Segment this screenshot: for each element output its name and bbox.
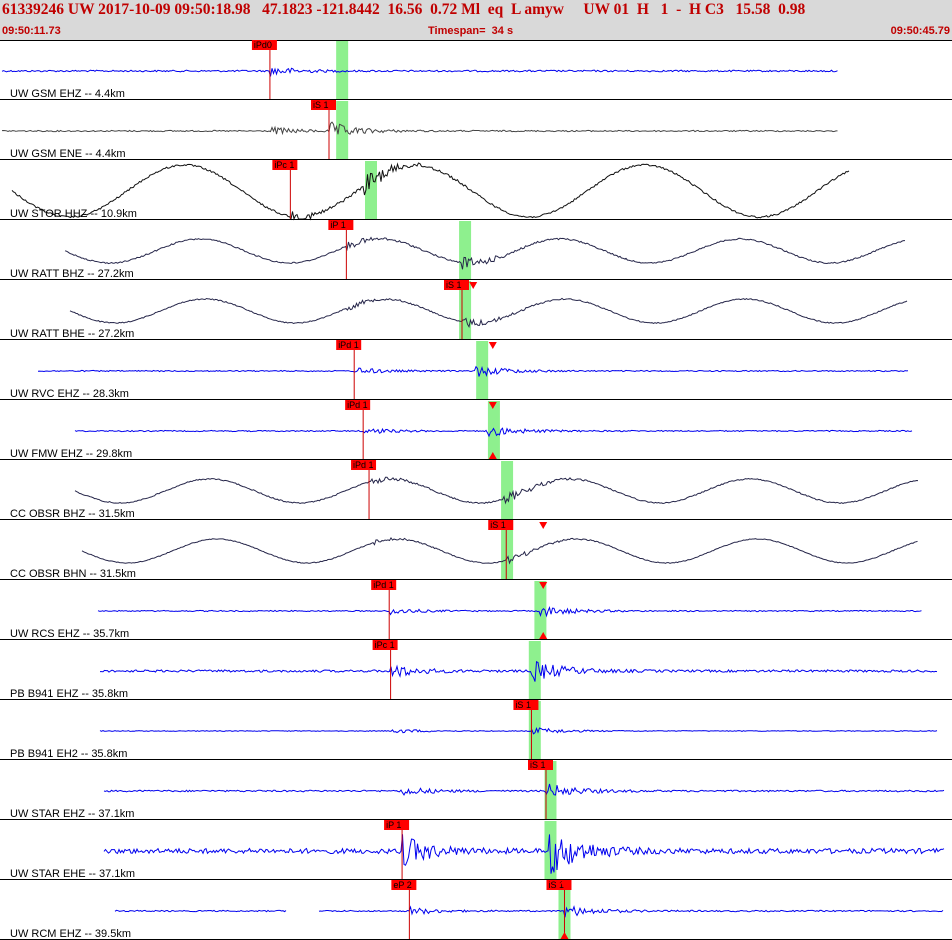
pick-label: iP 1: [386, 820, 401, 830]
pick-label: iS 1: [446, 280, 462, 290]
channel-label: UW STAR EHE -- 37.1km: [10, 868, 135, 880]
window-band: [487, 401, 500, 460]
channel-label: CC OBSR BHN -- 31.5km: [10, 568, 136, 580]
pick-label: iS 1: [548, 880, 564, 890]
trace-panel: iS 1 UW GSM ENE -- 4.4km: [0, 100, 952, 160]
trace-panel: iS 1 UW RATT BHE -- 27.2km: [0, 280, 952, 340]
channel-label: UW RCS EHZ -- 35.7km: [10, 628, 129, 640]
trace-panel: iPd 1 UW RVC EHZ -- 28.3km: [0, 340, 952, 400]
timespan-label: Timespan= 34 s: [428, 25, 514, 37]
pick-label: iS 1: [515, 700, 531, 710]
waveform: [37, 365, 909, 378]
window-band: [501, 461, 514, 520]
channel-label: UW STOR HHZ -- 10.9km: [10, 208, 137, 220]
event-header: 61339246 UW 2017-10-09 09:50:18.98 47.18…: [0, 0, 952, 41]
trace-panel: iP 1 UW RATT BHZ -- 27.2km: [0, 220, 952, 280]
end-time-label: 09:50:45.79: [890, 25, 950, 37]
waveform: [97, 605, 922, 618]
channel-label: UW RVC EHZ -- 28.3km: [10, 388, 129, 400]
trace-panel: iS 1 CC OBSR BHN -- 31.5km: [0, 520, 952, 580]
waveform: [99, 726, 938, 735]
pick-label: iPd 1: [347, 400, 368, 410]
waveform: [11, 162, 850, 221]
pick-label: iPd 1: [373, 580, 394, 590]
trace-panel: iPc 1 PB B941 EHZ -- 35.8km: [0, 640, 952, 700]
event-summary-line: 61339246 UW 2017-10-09 09:50:18.98 47.18…: [2, 1, 806, 18]
waveform: [74, 476, 919, 505]
channel-label: UW RATT BHZ -- 27.2km: [10, 268, 134, 280]
trace-panel: iS 1 PB B941 EH2 -- 35.8km: [0, 700, 952, 760]
trace-panel: iPd 1 UW FMW EHZ -- 29.8km: [0, 400, 952, 460]
start-time-label: 09:50:11.73: [2, 25, 61, 37]
trace-panel: iPd 1 CC OBSR BHZ -- 31.5km: [0, 460, 952, 520]
channel-label: UW GSM EHZ -- 4.4km: [10, 88, 125, 100]
waveform: [1, 121, 838, 136]
arrival-marker: [488, 342, 497, 349]
channel-label: PB B941 EHZ -- 35.8km: [10, 688, 128, 700]
pick-label: iPc 1: [274, 160, 294, 170]
waveform: [103, 834, 945, 874]
pick-label: iS 1: [490, 520, 506, 530]
pick-label: iS 1: [530, 760, 546, 770]
window-band: [459, 221, 472, 280]
channel-label: PB B941 EH2 -- 35.8km: [10, 748, 127, 760]
waveform: [103, 783, 945, 796]
waveform: [100, 661, 938, 682]
pick-label: iS 1: [313, 100, 329, 110]
trace-panel: iPd 1 UW RCS EHZ -- 35.7km: [0, 580, 952, 640]
waveform: [69, 297, 908, 329]
pick-label: iPd 1: [338, 340, 359, 350]
waveform: [64, 236, 905, 270]
pick-label: iPd 1: [353, 460, 374, 470]
seismogram-panels[interactable]: iPd0 UW GSM EHZ -- 4.4km iS 1 UW GSM ENE --…: [0, 40, 952, 940]
trace-panel: iS 1 UW STAR EHZ -- 37.1km: [0, 760, 952, 820]
trace-panel: iPd0 UW GSM EHZ -- 4.4km: [0, 40, 952, 100]
channel-label: CC OBSR BHZ -- 31.5km: [10, 508, 135, 520]
pick-label: iPd0: [254, 40, 272, 50]
waveform: [81, 536, 918, 565]
channel-label: UW GSM ENE -- 4.4km: [10, 148, 126, 160]
channel-label: UW FMW EHZ -- 29.8km: [10, 448, 132, 460]
pick-label: iP 1: [330, 220, 345, 230]
trace-panel: eP 2 iS 1 UW RCM EHZ -- 39.5km: [0, 880, 952, 940]
arrival-marker: [539, 522, 548, 529]
pick-label: eP 2: [393, 880, 411, 890]
window-band: [365, 161, 377, 220]
channel-label: UW RCM EHZ -- 39.5km: [10, 928, 131, 940]
pick-label: iPc 1: [375, 640, 395, 650]
channel-label: UW STAR EHZ -- 37.1km: [10, 808, 134, 820]
waveform: [1, 67, 838, 77]
channel-label: UW RATT BHE -- 27.2km: [10, 328, 134, 340]
trace-panel: iP 1 UW STAR EHE -- 37.1km: [0, 820, 952, 880]
waveform: [114, 905, 944, 918]
trace-panel: iPc 1 UW STOR HHZ -- 10.9km: [0, 160, 952, 221]
